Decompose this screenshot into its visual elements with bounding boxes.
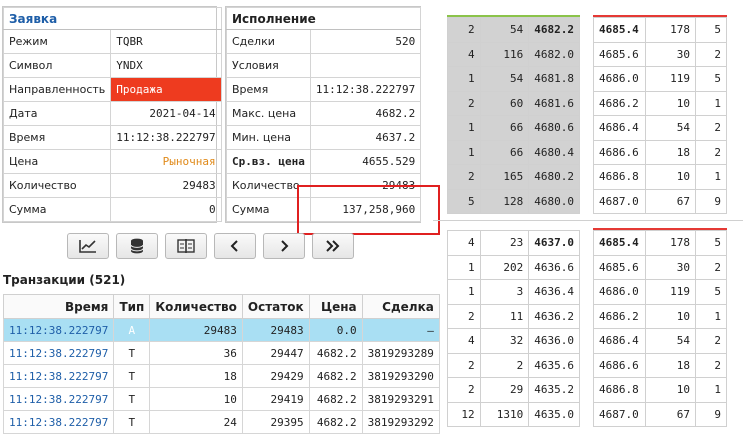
orderbook-after-asks: 4685.4 178 5 4685.6 30 2 4686.0 119 5 4686.2 10… [593,230,727,439]
exec-row-sum: Сумма 137,258,960 [226,197,422,222]
order-panel: Заявка Режим TQBR Символ YNDX Направленнос… [2,6,222,223]
execution-title: Исполнение [225,7,422,30]
execution-table: Исполнение Сделки 520 Условия Время 11:12:… [225,7,422,222]
order-row-quantity: Количество 29483 [2,173,222,198]
fast-forward-button[interactable] [312,233,354,259]
chart-button[interactable] [67,233,109,259]
exec-row-max-price: Макс. цена 4682.2 [226,101,422,126]
ask-row[interactable]: 4686.2 10 1 [593,90,727,116]
order-title: Заявка [3,7,222,30]
transactions-title: Транзакции (521) [3,273,126,287]
ask-row[interactable]: 4686.8 10 1 [593,377,727,403]
exec-row-vwap: Ср.вз. цена 4655.529 [226,149,422,174]
orderbook-divider [433,220,743,221]
ask-row[interactable]: 4685.6 30 2 [593,254,727,280]
asks-table: 4685.4 178 5 4685.6 30 2 4686.0 119 5 4686.2 10… [593,17,727,214]
ask-row[interactable]: 4686.8 10 1 [593,164,727,190]
asks-after-table: 4685.4 178 5 4685.6 30 2 4686.0 119 5 4686.2 10… [593,230,727,427]
ask-row[interactable]: 4687.0 67 9 [593,401,727,427]
table-row[interactable]: 11:12:38.222797 A 29483 29483 0.0 – [2,318,440,342]
direction-sell-badge: Продажа [110,77,222,102]
next-button[interactable] [263,233,305,259]
order-row-mode: Режим TQBR [2,29,222,54]
col-quantity[interactable]: Количество [149,294,243,319]
database-button[interactable] [116,233,158,259]
bid-row[interactable]: 2 54 4682.2 [447,17,580,43]
order-row-date: Дата 2021-04-14 [2,101,222,126]
ask-row[interactable]: 4685.4 178 5 [593,230,727,256]
col-remaining[interactable]: Остаток [241,294,310,319]
ask-row[interactable]: 4685.6 30 2 [593,41,727,67]
col-deal[interactable]: Сделка [361,294,440,319]
bid-row[interactable]: 2 2 4635.6 [447,352,580,378]
table-row[interactable]: 11:12:38.222797 T 18 29429 4682.2 381929… [2,364,440,388]
ask-row[interactable]: 4686.4 54 2 [593,115,727,141]
bid-row[interactable]: 1 3 4636.4 [447,279,580,305]
orderbook-before-asks: 4685.4 178 5 4685.6 30 2 4686.0 119 5 4686.2 10… [593,17,727,217]
bid-row[interactable]: 12 1310 4635.0 [447,401,580,427]
orderbook-after-bids: 4 23 4637.0 1 202 4636.6 1 3 4636.4 2 11 4636.2 … [447,230,580,439]
bid-row[interactable]: 1 54 4681.8 [447,66,580,92]
chevron-right-icon [281,240,289,252]
ask-row[interactable]: 4686.0 119 5 [593,279,727,305]
split-button[interactable] [165,233,207,259]
exec-row-time: Время 11:12:38.222797 [226,77,422,102]
chart-icon [79,240,96,253]
exec-row-quantity: Количество 29483 [226,173,422,198]
order-row-symbol: Символ YNDX [2,53,222,78]
ask-row[interactable]: 4686.6 18 2 [593,139,727,165]
table-row[interactable]: 11:12:38.222797 T 36 29447 4682.2 381929… [2,341,440,365]
order-table: Заявка Режим TQBR Символ YNDX Направленнос… [2,7,222,222]
bid-row[interactable]: 4 23 4637.0 [447,230,580,256]
bid-row[interactable]: 4 116 4682.0 [447,41,580,67]
bids-table: 2 54 4682.2 4 116 4682.0 1 54 4681.8 2 60 4681.6… [447,17,580,214]
ask-row[interactable]: 4686.4 54 2 [593,328,727,354]
ask-row[interactable]: 4685.4 178 5 [593,17,727,43]
orderbook-before-bids: 2 54 4682.2 4 116 4682.0 1 54 4681.8 2 60 4681.6… [447,17,580,217]
bid-row[interactable]: 2 165 4680.2 [447,164,580,190]
chevron-left-icon [230,240,238,252]
col-price[interactable]: Цена [308,294,363,319]
table-row[interactable]: 11:12:38.222797 T 10 29419 4682.2 381929… [2,387,440,411]
ask-row[interactable]: 4687.0 67 9 [593,188,727,214]
bid-row[interactable]: 2 60 4681.6 [447,90,580,116]
exec-row-min-price: Мин. цена 4637.2 [226,125,422,150]
ask-row[interactable]: 4686.2 10 1 [593,303,727,329]
order-row-sum: Сумма 0 [2,197,222,222]
double-chevron-right-icon [326,240,340,252]
transactions-header: Время Тип Количество Остаток Цена Сделка [2,294,440,319]
bid-row[interactable]: 1 66 4680.4 [447,139,580,165]
bid-row[interactable]: 5 128 4680.0 [447,188,580,214]
order-row-price: Цена Рыночная [2,149,222,174]
order-row-time: Время 11:12:38.222797 [2,125,222,150]
col-type[interactable]: Тип [113,294,151,319]
table-row[interactable]: 11:12:38.222797 T 24 29395 4682.2 381929… [2,410,440,434]
prev-button[interactable] [214,233,256,259]
bid-row[interactable]: 1 66 4680.6 [447,115,580,141]
bid-row[interactable]: 2 29 4635.2 [447,377,580,403]
database-icon [130,238,144,254]
split-icon [177,239,195,253]
bid-row[interactable]: 4 32 4636.0 [447,328,580,354]
order-row-direction: Направленность Продажа [2,77,222,102]
col-time[interactable]: Время [2,294,115,319]
bid-row[interactable]: 2 11 4636.2 [447,303,580,329]
execution-panel: Исполнение Сделки 520 Условия Время 11:12:… [225,6,422,223]
exec-row-conditions: Условия [226,53,422,78]
ask-row[interactable]: 4686.0 119 5 [593,66,727,92]
exec-row-trades: Сделки 520 [226,29,422,54]
ask-row[interactable]: 4686.6 18 2 [593,352,727,378]
transactions-table: Время Тип Количество Остаток Цена Сделка… [2,294,440,434]
bids-after-table: 4 23 4637.0 1 202 4636.6 1 3 4636.4 2 11 4636.2 … [447,230,580,427]
bid-row[interactable]: 1 202 4636.6 [447,254,580,280]
